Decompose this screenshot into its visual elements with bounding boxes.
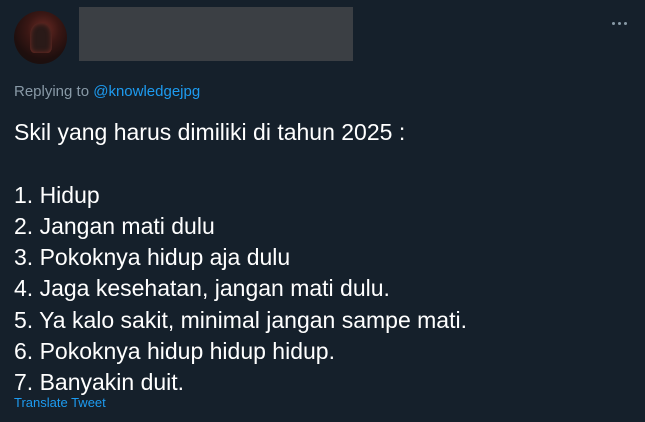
line-break xyxy=(14,148,634,179)
tweet-list-item: 2. Jangan mati dulu xyxy=(14,212,215,239)
more-options-button[interactable] xyxy=(604,8,634,38)
translate-tweet-link[interactable]: Translate Tweet xyxy=(14,395,106,410)
tweet-list-item: 5. Ya kalo sakit, minimal jangan sampe m… xyxy=(14,306,467,333)
tweet-list-item: 6. Pokoknya hidup hidup hidup. xyxy=(14,338,335,365)
tweet-list-item: 1. Hidup xyxy=(14,181,100,208)
replying-prefix: Replying to xyxy=(14,83,90,100)
tweet-text: Skil yang harus dimiliki di tahun 2025 :… xyxy=(14,117,634,399)
redacted-author-name xyxy=(79,7,353,61)
avatar[interactable] xyxy=(14,11,67,64)
avatar-figure xyxy=(30,23,52,53)
tweet: Replying to @knowledgejpg Skil yang haru… xyxy=(0,0,645,422)
replying-handle-link[interactable]: @knowledgejpg xyxy=(93,83,200,100)
tweet-list-item: 3. Pokoknya hidup aja dulu xyxy=(14,244,291,271)
tweet-text-heading: Skil yang harus dimiliki di tahun 2025 : xyxy=(14,119,406,145)
replying-to: Replying to @knowledgejpg xyxy=(14,83,200,100)
more-horizontal-icon xyxy=(611,21,627,25)
tweet-list-item: 7. Banyakin duit. xyxy=(14,369,185,396)
tweet-list-item: 4. Jaga kesehatan, jangan mati dulu. xyxy=(14,275,390,302)
